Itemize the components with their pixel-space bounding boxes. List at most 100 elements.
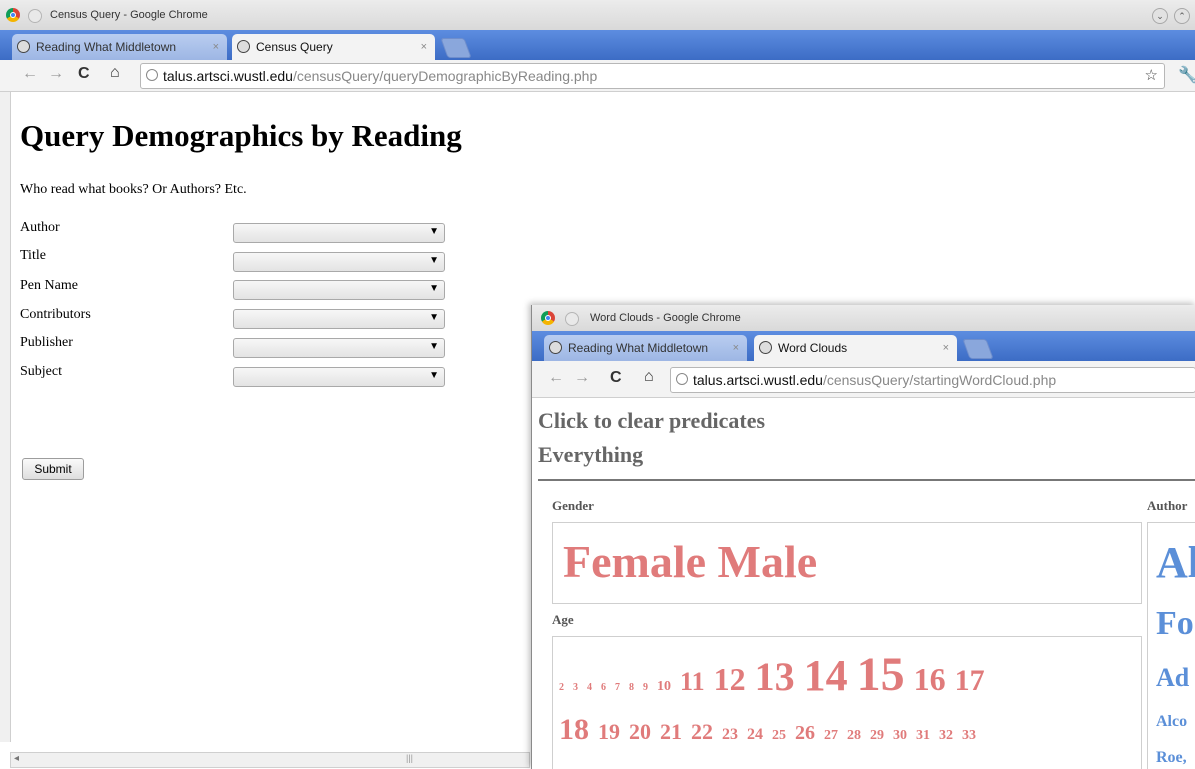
globe-icon <box>759 341 772 354</box>
globe-icon <box>549 341 562 354</box>
age-word[interactable]: 7 <box>615 682 620 693</box>
pen-name-select[interactable]: ▼ <box>233 280 445 300</box>
star-icon[interactable]: ☆ <box>1145 64 1158 88</box>
dropdown-arrow-icon: ▼ <box>429 283 439 294</box>
word-clouds-window: Word Clouds - Google Chrome Reading What… <box>531 305 1195 769</box>
age-word[interactable]: 6 <box>601 682 606 693</box>
age-word[interactable]: 11 <box>680 667 705 696</box>
age-word[interactable]: 25 <box>772 728 786 743</box>
label-author: Author <box>20 220 60 235</box>
age-word[interactable]: 33 <box>962 728 976 743</box>
tab-census-query[interactable]: Census Query × <box>232 34 435 60</box>
tab-close-icon[interactable]: × <box>943 335 949 361</box>
tab-reading-middletown[interactable]: Reading What Middletown × <box>544 335 747 361</box>
author-select[interactable]: ▼ <box>233 223 445 243</box>
address-bar[interactable]: talus.artsci.wustl.edu/censusQuery/start… <box>670 367 1195 393</box>
back-arrow-icon[interactable]: ← <box>548 369 564 387</box>
gender-label: Gender <box>552 498 594 513</box>
horizontal-scrollbar[interactable]: ◂ ||| <box>10 752 530 768</box>
age-word[interactable]: 12 <box>714 661 746 697</box>
age-word[interactable]: 27 <box>824 728 838 743</box>
age-word[interactable]: 10 <box>657 679 671 694</box>
url-path: /censusQuery/queryDemographicByReading.p… <box>292 68 598 84</box>
age-word[interactable]: 19 <box>598 719 620 744</box>
tab-label: Census Query <box>256 40 333 54</box>
age-word[interactable]: 13 <box>755 654 795 699</box>
age-word[interactable]: 29 <box>870 728 884 743</box>
tab-label: Reading What Middletown <box>568 341 709 355</box>
author-word[interactable]: Alco <box>1156 713 1187 731</box>
window-titlebar[interactable]: Census Query - Google Chrome ⌄ ⌃ × <box>0 0 1195 31</box>
chrome-logo-icon <box>6 8 20 22</box>
url-host: talus.artsci.wustl.edu <box>163 68 293 84</box>
subject-select[interactable]: ▼ <box>233 367 445 387</box>
tab-reading-middletown[interactable]: Reading What Middletown × <box>12 34 227 60</box>
window-titlebar[interactable]: Word Clouds - Google Chrome <box>532 305 1195 332</box>
wrench-icon[interactable]: 🔧 <box>1178 65 1195 85</box>
forward-arrow-icon[interactable]: → <box>48 65 64 83</box>
home-icon[interactable]: ⌂ <box>644 368 654 386</box>
age-word[interactable]: 22 <box>691 719 713 744</box>
age-word[interactable]: 2 <box>559 682 564 693</box>
home-icon[interactable]: ⌂ <box>110 64 120 82</box>
reload-icon[interactable]: C <box>610 369 622 387</box>
gender-words[interactable]: Female Male <box>563 535 817 588</box>
age-word[interactable]: 23 <box>722 726 738 743</box>
reload-icon[interactable]: C <box>78 65 90 83</box>
browser-toolbar: ← → C ⌂ talus.artsci.wustl.edu/censusQue… <box>0 60 1195 92</box>
contributors-select[interactable]: ▼ <box>233 309 445 329</box>
age-word[interactable]: 3 <box>573 682 578 693</box>
age-label: Age <box>552 612 574 627</box>
globe-icon <box>237 40 250 53</box>
author-word[interactable]: Al <box>1156 537 1195 588</box>
address-bar[interactable]: talus.artsci.wustl.edu/censusQuery/query… <box>140 63 1165 89</box>
author-word[interactable]: Ad <box>1156 663 1189 693</box>
label-contributors: Contributors <box>20 307 91 322</box>
submit-button[interactable]: Submit <box>22 458 84 480</box>
window-menu-button[interactable] <box>28 9 42 23</box>
age-word[interactable]: 20 <box>629 719 651 744</box>
minimize-icon[interactable]: ⌄ <box>1152 8 1168 24</box>
predicate-everything[interactable]: Everything <box>538 442 643 468</box>
age-word[interactable]: 16 <box>914 661 946 697</box>
age-word[interactable]: 4 <box>587 682 592 693</box>
age-word[interactable]: 21 <box>660 719 682 744</box>
tab-word-clouds[interactable]: Word Clouds × <box>754 335 957 361</box>
age-word[interactable]: 17 <box>955 664 985 697</box>
divider <box>538 479 1195 481</box>
age-word[interactable]: 26 <box>795 722 815 744</box>
title-select[interactable]: ▼ <box>233 252 445 272</box>
tab-strip: Reading What Middletown × Census Query × <box>0 30 1195 60</box>
url-host: talus.artsci.wustl.edu <box>693 372 823 388</box>
back-arrow-icon[interactable]: ← <box>22 65 38 83</box>
tab-close-icon[interactable]: × <box>733 335 739 361</box>
author-word[interactable]: Fo <box>1156 605 1194 643</box>
tab-close-icon[interactable]: × <box>213 34 219 60</box>
tab-close-icon[interactable]: × <box>421 34 427 60</box>
age-word[interactable]: 32 <box>939 728 953 743</box>
age-word[interactable]: 15 <box>857 648 905 701</box>
window-menu-button[interactable] <box>565 312 579 326</box>
new-tab-button[interactable] <box>962 339 994 359</box>
age-word[interactable]: 8 <box>629 682 634 693</box>
page-info-icon[interactable] <box>146 69 158 81</box>
age-word[interactable]: 30 <box>893 728 907 743</box>
maximize-icon[interactable]: ⌃ <box>1174 8 1190 24</box>
gender-cloud: Female Male <box>552 522 1142 604</box>
tab-strip: Reading What Middletown × Word Clouds × <box>532 331 1195 361</box>
age-word[interactable]: 18 <box>559 713 589 746</box>
author-label: Author <box>1147 498 1188 513</box>
author-word[interactable]: Roe, <box>1156 749 1187 767</box>
age-word[interactable]: 31 <box>916 728 930 743</box>
publisher-select[interactable]: ▼ <box>233 338 445 358</box>
age-word[interactable]: 14 <box>804 651 848 700</box>
age-word[interactable]: 28 <box>847 728 861 743</box>
age-word[interactable]: 24 <box>747 726 763 743</box>
clear-predicates-link[interactable]: Click to clear predicates <box>538 408 765 434</box>
scroll-left-icon[interactable]: ◂ <box>14 753 19 764</box>
scroll-grip-icon[interactable]: ||| <box>406 753 413 763</box>
age-word[interactable]: 9 <box>643 682 648 693</box>
page-info-icon[interactable] <box>676 373 688 385</box>
forward-arrow-icon[interactable]: → <box>574 369 590 387</box>
new-tab-button[interactable] <box>440 38 472 58</box>
